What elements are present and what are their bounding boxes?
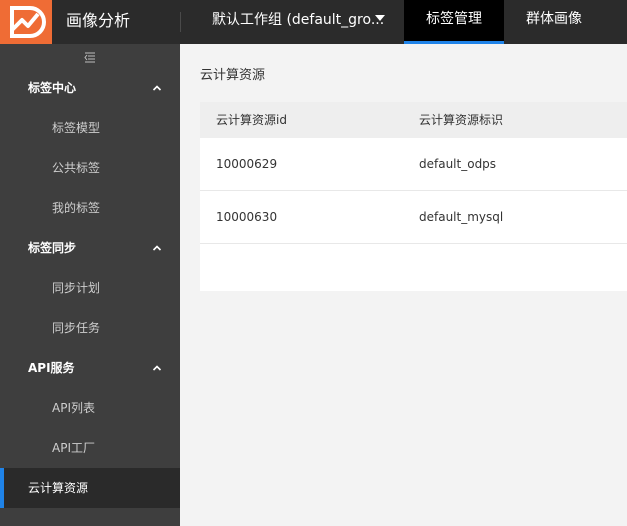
sidebar-item-cloud-resources[interactable]: 云计算资源 <box>0 468 180 508</box>
sidebar-item-sync-task[interactable]: 同步任务 <box>0 308 180 348</box>
menu-collapse-icon[interactable] <box>84 51 96 63</box>
sidebar-group-tag-center[interactable]: 标签中心 <box>0 68 180 108</box>
chevron-up-icon[interactable] <box>152 83 162 93</box>
top-divider <box>180 12 181 32</box>
active-indicator <box>0 468 4 508</box>
app-title: 画像分析 <box>66 11 131 30</box>
resource-table: 云计算资源id 云计算资源标识 10000629 default_odps 10… <box>200 102 627 291</box>
sidebar-item-label: 我的标签 <box>52 201 101 215</box>
cell-resource-id: 10000629 <box>216 157 278 171</box>
sidebar-group-label: 标签中心 <box>28 81 77 95</box>
table-header: 云计算资源id 云计算资源标识 <box>200 102 627 138</box>
sidebar-group-api-service[interactable]: API服务 <box>0 348 180 388</box>
top-bar: 画像分析 默认工作组 (default_gro... 标签管理 群体画像 <box>0 0 627 44</box>
sidebar-item-sync-plan[interactable]: 同步计划 <box>0 268 180 308</box>
cell-resource-key: default_odps <box>419 157 497 171</box>
sidebar-group-label: 标签同步 <box>28 241 77 255</box>
tab-group-portrait[interactable]: 群体画像 <box>504 0 604 44</box>
sidebar: 标签中心 标签模型 公共标签 我的标签 标签同步 同步计划 同步任务 API服务… <box>0 44 180 526</box>
cell-resource-key: default_mysql <box>419 210 504 224</box>
sidebar-item-label: 同步计划 <box>52 281 101 295</box>
column-header-resource-key: 云计算资源标识 <box>419 113 504 127</box>
sidebar-item-label: 云计算资源 <box>28 481 89 495</box>
chevron-up-icon[interactable] <box>152 363 162 373</box>
sidebar-item-label: 同步任务 <box>52 321 101 335</box>
table-row[interactable]: 10000630 default_mysql <box>200 191 627 244</box>
sidebar-item-public-tags[interactable]: 公共标签 <box>0 148 180 188</box>
chevron-up-icon[interactable] <box>152 243 162 253</box>
sidebar-item-my-tags[interactable]: 我的标签 <box>0 188 180 228</box>
sidebar-item-label: 标签模型 <box>52 121 101 135</box>
table-row[interactable]: 10000629 default_odps <box>200 138 627 191</box>
sidebar-item-label: 公共标签 <box>52 161 101 175</box>
sidebar-item-label: API列表 <box>52 401 95 415</box>
caret-down-icon[interactable] <box>375 15 385 21</box>
brand-logo-icon[interactable] <box>0 0 52 44</box>
sidebar-group-tag-sync[interactable]: 标签同步 <box>0 228 180 268</box>
sidebar-item-tag-model[interactable]: 标签模型 <box>0 108 180 148</box>
sidebar-group-label: API服务 <box>28 361 75 375</box>
column-header-resource-id: 云计算资源id <box>216 113 287 127</box>
tab-tag-management[interactable]: 标签管理 <box>404 0 504 44</box>
sidebar-item-api-factory[interactable]: API工厂 <box>0 428 180 468</box>
cell-resource-id: 10000630 <box>216 210 278 224</box>
page-title: 云计算资源 <box>200 68 266 83</box>
sidebar-item-api-list[interactable]: API列表 <box>0 388 180 428</box>
workspace-selector[interactable]: 默认工作组 (default_gro... <box>212 0 384 44</box>
sidebar-item-label: API工厂 <box>52 441 95 455</box>
